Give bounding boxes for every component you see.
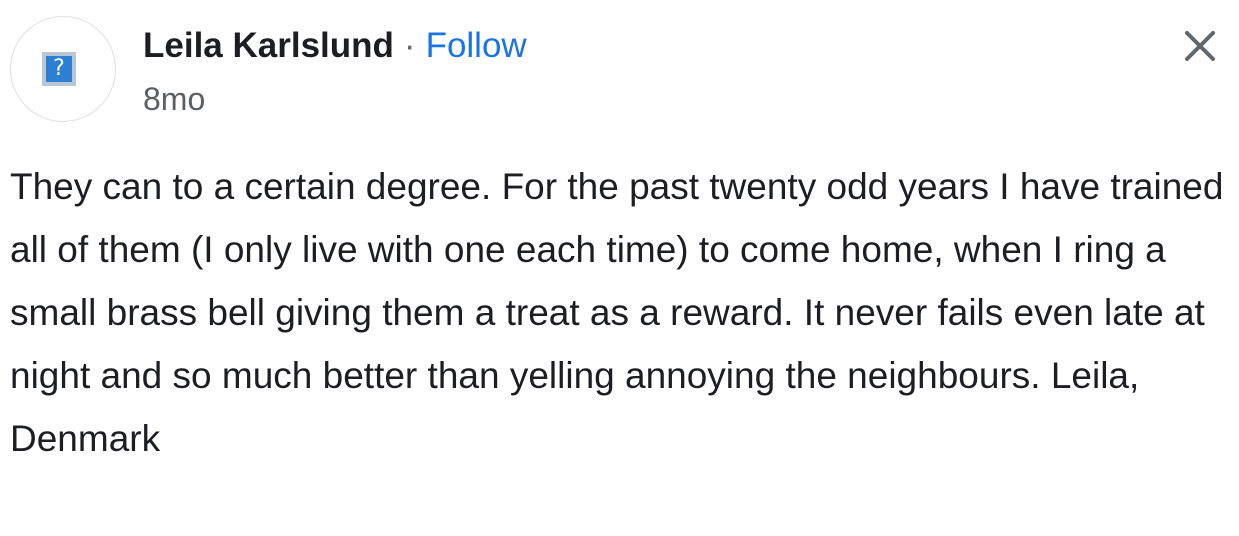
follow-button[interactable]: Follow	[426, 26, 527, 66]
close-icon	[1185, 31, 1215, 61]
close-button[interactable]	[1178, 24, 1222, 68]
comment-header: ? Leila Karlslund · Follow 8mo	[10, 16, 1230, 126]
timestamp[interactable]: 8mo	[143, 81, 205, 118]
missing-image-glyph: ?	[46, 56, 72, 82]
author-row: Leila Karlslund · Follow	[143, 24, 527, 68]
avatar[interactable]: ?	[10, 16, 116, 122]
separator-dot: ·	[403, 26, 416, 65]
author-name[interactable]: Leila Karlslund	[143, 26, 394, 66]
comment-text: They can to a certain degree. For the pa…	[10, 166, 1224, 459]
missing-image-icon: ?	[42, 52, 76, 86]
